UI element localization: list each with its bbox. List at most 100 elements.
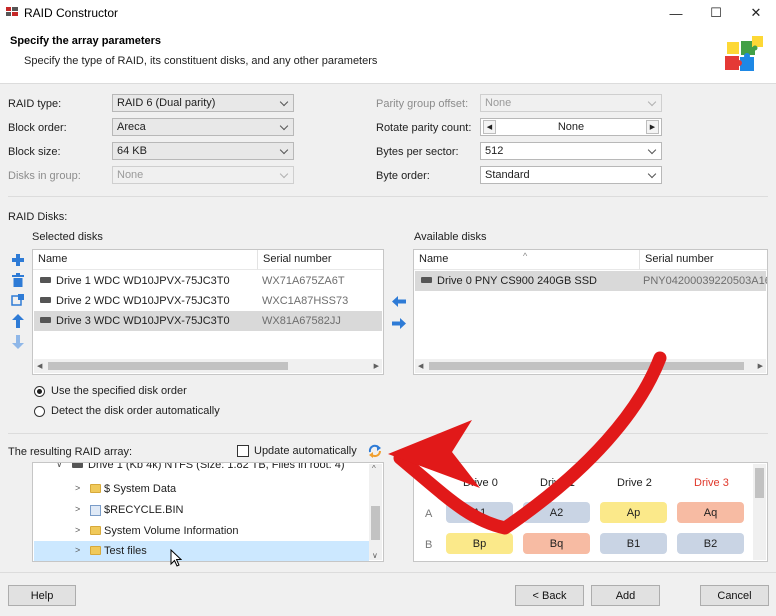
available-disk-row[interactable]: Drive 0 PNY CS900 240GB SSD PNY042000392… [415,271,767,291]
add-button[interactable]: Add [591,585,660,606]
selected-disks-list[interactable]: Name Serial number Drive 1 WDC WD10JPVX-… [32,249,384,375]
disks-in-group-label: Disks in group: [8,170,81,182]
disk-name: Drive 3 WDC WD10JPVX-75JC3T0 [56,315,230,327]
minimize-icon: — [669,5,683,21]
spin-right-icon[interactable]: ▶ [646,120,659,134]
chevron-down-icon [279,97,289,107]
bytes-per-sector-value: 512 [485,145,504,157]
result-file-tree[interactable]: ∨ Drive 1 (Kb 4k) NTFS (Size: 1.82 TB, F… [32,462,384,562]
chevron-down-icon [279,169,289,179]
raid-type-label: RAID type: [8,98,62,110]
help-button[interactable]: Help [8,585,76,606]
vertical-scrollbar[interactable] [753,464,766,560]
horizontal-scrollbar[interactable]: ◀ ▶ [415,359,766,373]
folder-icon [90,546,101,555]
raid-type-value: RAID 6 (Dual parity) [117,97,216,109]
block-order-value: Areca [117,121,146,133]
update-auto-checkbox[interactable] [237,445,249,457]
auto-order-radio[interactable] [34,406,45,417]
refresh-icon[interactable] [367,443,383,459]
tree-item-label: $RECYCLE.BIN [104,504,184,516]
folder-icon [90,484,101,493]
move-to-available-icon[interactable] [392,296,406,307]
update-auto-label[interactable]: Update automatically [254,445,357,457]
disks-in-group-select[interactable]: None [112,166,294,184]
scroll-up-icon[interactable]: ^ [372,464,376,473]
selected-disk-row[interactable]: Drive 3 WDC WD10JPVX-75JC3T0 WX81A67582J… [34,311,382,331]
back-button[interactable]: < Back [515,585,584,606]
raid-layout-grid: Drive 0 Drive 1 Drive 2 Drive 3 A B A1 A… [413,462,768,562]
divider [8,433,768,434]
move-up-icon[interactable] [10,313,26,329]
title-bar: RAID Constructor — ☐ ✕ [0,0,776,26]
cancel-button[interactable]: Cancel [700,585,769,606]
col-header-serial[interactable]: Serial number [258,250,383,270]
disk-serial: WXC1A87HSS73 [262,295,349,307]
move-down-icon[interactable] [10,334,26,350]
disk-name: Drive 0 PNY CS900 240GB SSD [437,275,597,287]
tree-item[interactable]: > $ System Data [34,479,369,499]
block-order-label: Block order: [8,122,67,134]
scroll-down-icon[interactable]: ∨ [372,551,378,560]
disk-icon [421,277,432,284]
selected-disk-row[interactable]: Drive 2 WDC WD10JPVX-75JC3T0 WXC1A87HSS7… [34,291,382,311]
col-header-name[interactable]: Name [33,250,258,270]
close-icon: ✕ [750,5,762,20]
scroll-right-icon[interactable]: ▶ [758,362,763,370]
byte-order-select[interactable]: Standard [480,166,662,184]
scroll-thumb[interactable] [371,506,380,540]
chevron-right-icon[interactable]: > [75,525,80,535]
vertical-scrollbar[interactable]: ^ ∨ [369,464,382,560]
byte-order-value: Standard [485,169,530,181]
horizontal-scrollbar[interactable]: ◀ ▶ [34,359,382,373]
raid-type-select[interactable]: RAID 6 (Dual parity) [112,94,294,112]
spin-left-icon[interactable]: ◀ [483,120,496,134]
tree-root-row[interactable]: ∨ Drive 1 (Kb 4k) NTFS (Size: 1.82 TB, F… [34,463,369,473]
chevron-down-icon [279,121,289,131]
col-header-serial[interactable]: Serial number [640,250,767,270]
header-title: Specify the array parameters [10,35,162,47]
parity-offset-label: Parity group offset: [376,98,469,110]
scroll-left-icon[interactable]: ◀ [418,362,423,370]
stripe-row-label: A [425,508,433,520]
block-order-select[interactable]: Areca [112,118,294,136]
drive-icon [72,463,83,468]
bytes-per-sector-label: Bytes per sector: [376,146,459,158]
auto-order-label[interactable]: Detect the disk order automatically [51,405,220,417]
maximize-button[interactable]: ☐ [696,0,736,26]
scroll-right-icon[interactable]: ▶ [374,362,379,370]
selected-disk-row[interactable]: Drive 1 WDC WD10JPVX-75JC3T0 WX71A675ZA6… [34,271,382,291]
window-title: RAID Constructor [24,6,119,20]
close-button[interactable]: ✕ [736,0,776,26]
block-cell: A2 [523,502,590,523]
add-disk-icon[interactable] [10,252,26,268]
chevron-right-icon[interactable]: > [75,504,80,514]
tree-item-label: Test files [104,545,147,557]
parity-offset-select[interactable]: None [480,94,662,112]
tree-item-label: $ System Data [104,483,177,495]
bytes-per-sector-select[interactable]: 512 [480,142,662,160]
rotate-parity-spinner[interactable]: ◀ None ▶ [480,118,662,136]
block-size-select[interactable]: 64 KB [112,142,294,160]
raid-app-icon [6,7,18,16]
chevron-right-icon[interactable]: > [75,545,80,555]
chevron-right-icon[interactable]: > [75,483,80,493]
delete-disk-icon[interactable] [10,272,26,288]
drive-column-header: Drive 2 [617,477,652,489]
folder-icon [90,526,101,535]
specified-order-label[interactable]: Use the specified disk order [51,385,187,397]
minimize-button[interactable]: — [656,0,696,26]
disk-icon [40,317,51,324]
tree-item[interactable]: > $RECYCLE.BIN [34,500,369,520]
scroll-thumb[interactable] [755,468,764,498]
specified-order-radio[interactable] [34,386,45,397]
available-disks-list[interactable]: Name ^ Serial number Drive 0 PNY CS900 2… [413,249,768,375]
scroll-left-icon[interactable]: ◀ [37,362,42,370]
scroll-thumb[interactable] [48,362,288,370]
disk-properties-icon[interactable] [10,292,26,308]
scroll-thumb[interactable] [429,362,744,370]
tree-item[interactable]: > Test files [34,541,369,561]
tree-item[interactable]: > System Volume Information [34,521,369,541]
byte-order-label: Byte order: [376,170,430,182]
move-to-selected-icon[interactable] [392,318,406,329]
